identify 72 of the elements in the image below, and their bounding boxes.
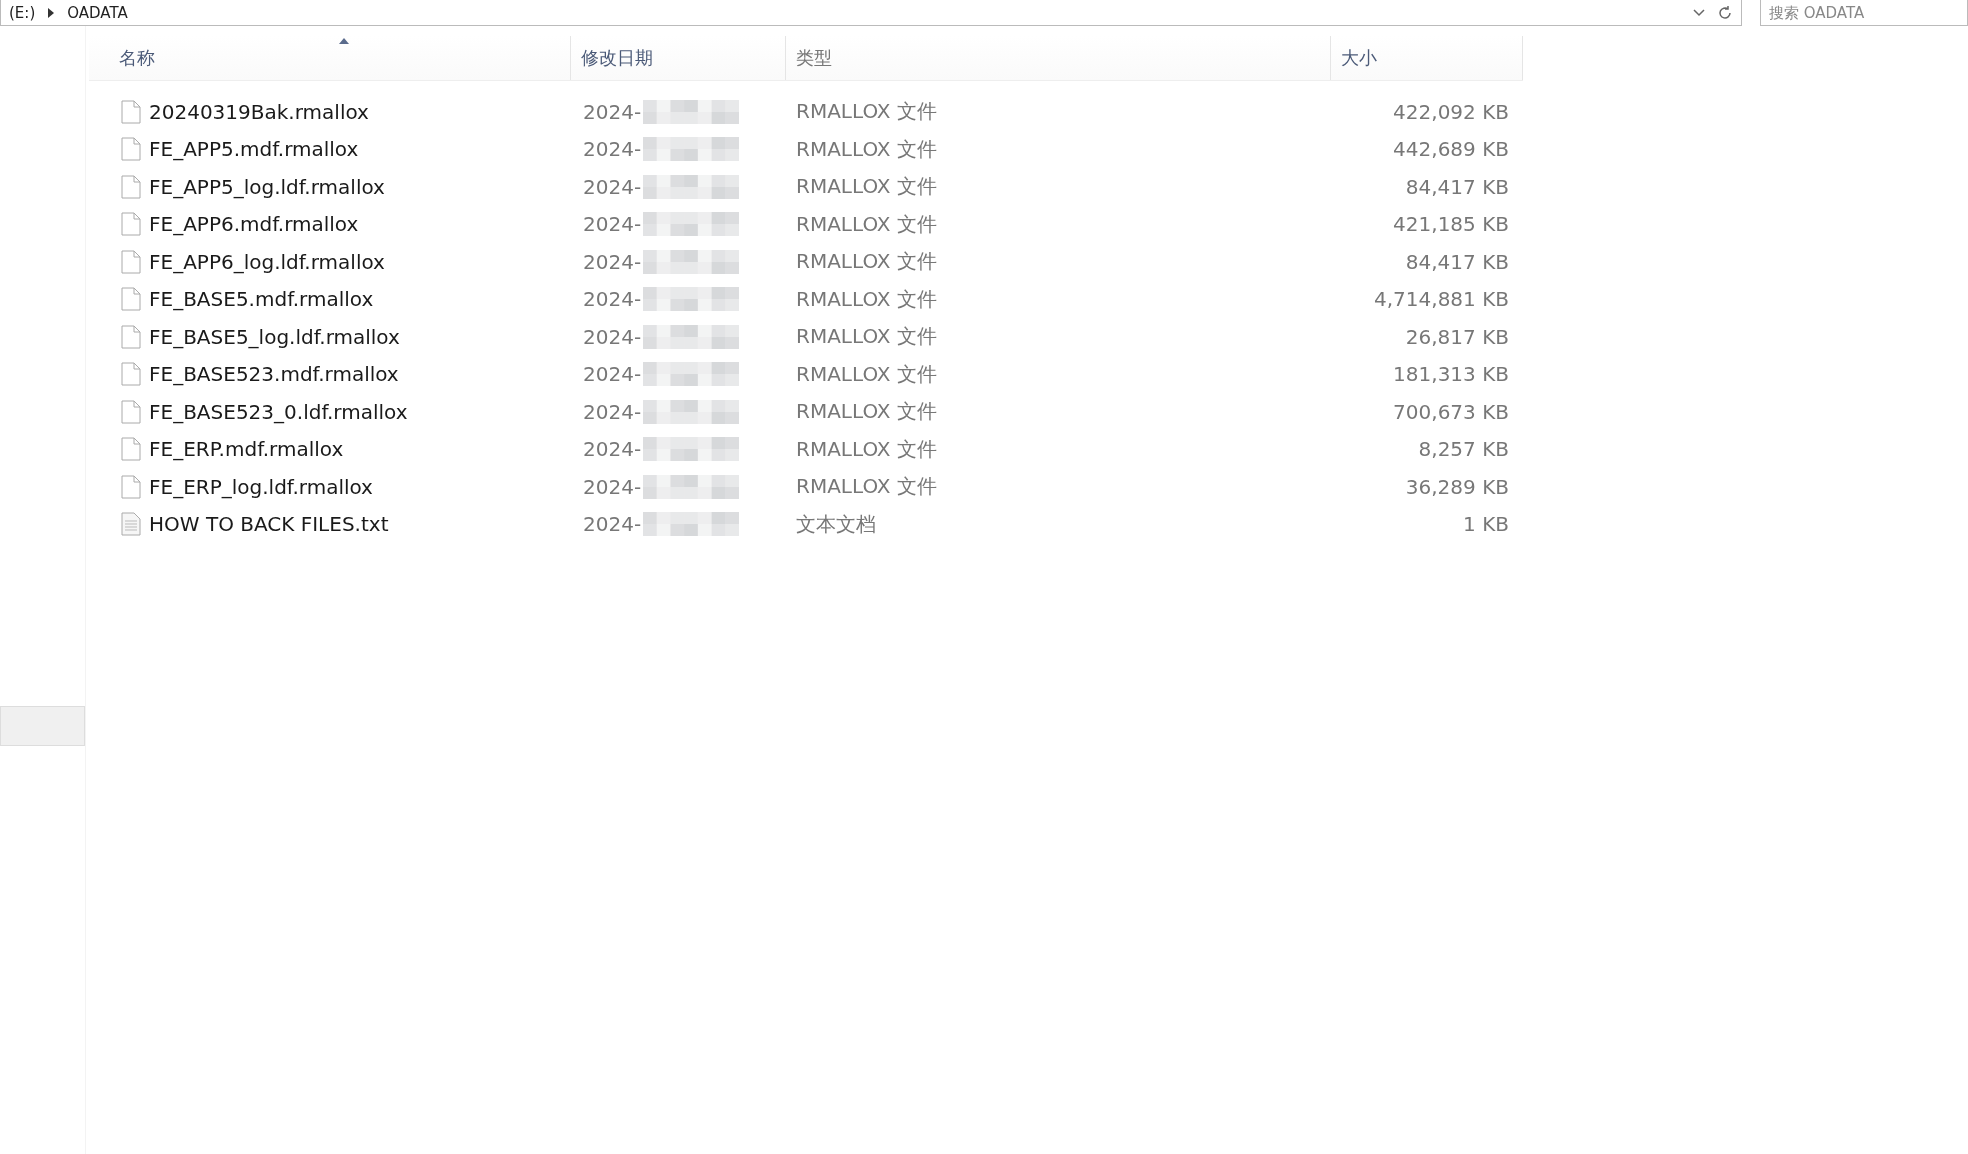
file-name[interactable]: FE_BASE523.mdf.rmallox — [149, 362, 399, 387]
file-type: RMALLOX 文件 — [796, 173, 937, 201]
file-type: RMALLOX 文件 — [796, 398, 937, 426]
file-date: 2024- — [583, 399, 642, 424]
file-type: RMALLOX 文件 — [796, 135, 937, 163]
file-size: 1 KB — [1463, 512, 1509, 537]
file-type: RMALLOX 文件 — [796, 98, 937, 126]
file-date: 2024- — [583, 137, 642, 162]
file-date: 2024- — [583, 212, 642, 237]
address-bar[interactable]: (E:) OADATA — [0, 0, 1742, 26]
file-size: 36,289 KB — [1405, 474, 1509, 499]
column-header[interactable]: 类型 — [786, 36, 1331, 80]
file-size: 84,417 KB — [1405, 249, 1509, 274]
file-name[interactable]: FE_APP5_log.ldf.rmallox — [149, 174, 385, 199]
text-file-icon — [121, 512, 141, 537]
folder-label[interactable]: OADATA — [67, 3, 128, 22]
file-type: RMALLOX 文件 — [796, 360, 937, 388]
file-icon — [121, 324, 141, 349]
file-date: 2024- — [583, 362, 642, 387]
file-size: 421,185 KB — [1393, 212, 1509, 237]
column-header[interactable]: 名称 — [89, 36, 571, 80]
file-icon — [121, 174, 141, 199]
file-date: 2024- — [583, 437, 642, 462]
file-name[interactable]: HOW TO BACK FILES.txt — [149, 512, 389, 537]
file-icon — [121, 99, 141, 124]
file-name[interactable]: 20240319Bak.rmallox — [149, 99, 369, 124]
file-name[interactable]: FE_APP6.mdf.rmallox — [149, 212, 359, 237]
file-name[interactable]: FE_BASE5_log.ldf.rmallox — [149, 324, 400, 349]
file-name[interactable]: FE_APP6_log.ldf.rmallox — [149, 249, 385, 274]
file-icon — [121, 137, 141, 162]
file-size: 84,417 KB — [1405, 174, 1509, 199]
file-icon — [121, 399, 141, 424]
file-date: 2024- — [583, 324, 642, 349]
dropdown-icon[interactable] — [1693, 8, 1705, 17]
file-type: RMALLOX 文件 — [796, 323, 937, 351]
file-size: 26,817 KB — [1405, 324, 1509, 349]
file-type: RMALLOX 文件 — [796, 248, 937, 276]
search-field[interactable]: 搜索 OADATA — [1760, 0, 1968, 26]
file-icon — [121, 474, 141, 499]
file-size: 442,689 KB — [1393, 137, 1509, 162]
file-type: RMALLOX 文件 — [796, 435, 937, 463]
file-date: 2024- — [583, 99, 642, 124]
file-icon — [121, 437, 141, 462]
file-date: 2024- — [583, 474, 642, 499]
file-date: 2024- — [583, 287, 642, 312]
drive-label[interactable]: (E:) — [9, 3, 36, 22]
file-size: 8,257 KB — [1418, 437, 1509, 462]
file-size: 422,092 KB — [1393, 99, 1509, 124]
column-header[interactable]: 大小 — [1331, 36, 1523, 80]
file-name[interactable]: FE_ERP_log.ldf.rmallox — [149, 474, 373, 499]
file-icon — [121, 249, 141, 274]
file-name[interactable]: FE_BASE5.mdf.rmallox — [149, 287, 374, 312]
file-date: 2024- — [583, 249, 642, 274]
file-type: RMALLOX 文件 — [796, 473, 937, 501]
file-type: 文本文档 — [796, 510, 876, 538]
sort-up-icon — [339, 38, 350, 44]
file-type: RMALLOX 文件 — [796, 210, 937, 238]
file-name[interactable]: FE_ERP.mdf.rmallox — [149, 437, 344, 462]
chevron-right-icon — [47, 7, 56, 18]
file-date: 2024- — [583, 512, 642, 537]
file-type: RMALLOX 文件 — [796, 285, 937, 313]
file-date: 2024- — [583, 174, 642, 199]
file-icon — [121, 362, 141, 387]
refresh-icon[interactable] — [1717, 4, 1733, 21]
column-header[interactable]: 修改日期 — [571, 36, 786, 80]
file-size: 181,313 KB — [1393, 362, 1509, 387]
file-icon — [121, 287, 141, 312]
file-size: 4,714,881 KB — [1374, 287, 1509, 312]
file-name[interactable]: FE_BASE523_0.ldf.rmallox — [149, 399, 408, 424]
file-name[interactable]: FE_APP5.mdf.rmallox — [149, 137, 359, 162]
file-icon — [121, 212, 141, 237]
file-size: 700,673 KB — [1393, 399, 1509, 424]
